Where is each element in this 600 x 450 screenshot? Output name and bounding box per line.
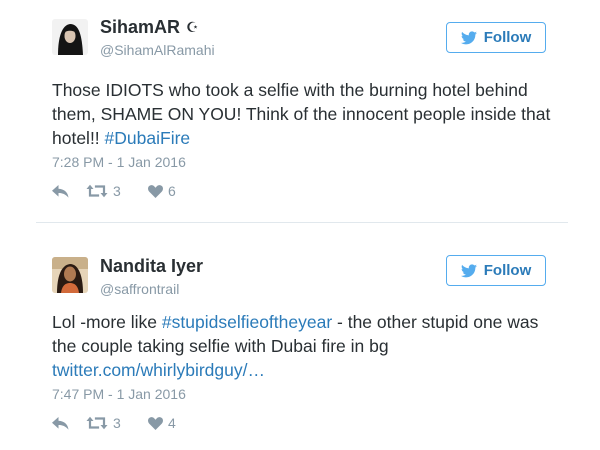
follow-button[interactable]: Follow [446,22,546,53]
hashtag-link[interactable]: #DubaiFire [105,128,191,148]
twitter-bird-icon [460,263,477,277]
tweet-divider [36,222,568,223]
avatar[interactable] [52,19,88,55]
like-button[interactable]: 6 [148,183,188,199]
tweet-text-fragment: hotel!! [52,128,105,148]
tweet-card: SihamAR ☪ @SihamAlRamahi Follow Those IDI… [0,0,600,222]
tweet-text-line: them, SHAME ON YOU! Think of the innocen… [52,104,551,124]
crescent-icon: ☪ [186,19,199,35]
display-name[interactable]: Nandita Iyer [100,256,203,277]
timestamp[interactable]: 7:28 PM - 1 Jan 2016 [52,154,186,170]
retweet-count: 3 [113,415,121,431]
like-count: 4 [168,415,176,431]
tweet-actions: 3 4 [52,415,188,431]
reply-icon [52,416,69,430]
tweet-text: Those IDIOTS who took a selfie with the … [52,78,572,150]
tweet-text-line: hotel!! #DubaiFire [52,126,572,150]
retweet-button[interactable]: 3 [86,415,148,431]
avatar[interactable] [52,257,88,293]
heart-icon [148,416,163,430]
reply-icon [52,184,69,198]
twitter-bird-icon [460,30,477,44]
tweet-text-line: the couple taking selfie with Dubai fire… [52,336,389,356]
tweet-text: Lol -more like #stupidselfieoftheyear - … [52,310,572,382]
username[interactable]: @saffrontrail [100,281,179,297]
retweet-icon [86,184,108,198]
reply-button[interactable] [52,184,86,198]
tweet-card: Nandita Iyer @saffrontrail Follow Lol -m… [0,232,600,450]
like-button[interactable]: 4 [148,415,188,431]
display-name[interactable]: SihamAR ☪ [100,17,199,38]
tweet-text-fragment: - the other stupid one was [332,312,539,332]
tweet-text-line: Lol -more like #stupidselfieoftheyear - … [52,310,572,334]
follow-label: Follow [483,262,532,279]
follow-button[interactable]: Follow [446,255,546,286]
display-name-text: SihamAR [100,17,181,37]
hashtag-link[interactable]: #stupidselfieoftheyear [162,312,332,332]
url-link[interactable]: twitter.com/whirlybirdguy/… [52,358,572,382]
display-name-text: Nandita Iyer [100,256,204,276]
tweet-text-line: Those IDIOTS who took a selfie with the … [52,80,528,100]
reply-button[interactable] [52,416,86,430]
tweet-actions: 3 6 [52,183,188,199]
like-count: 6 [168,183,176,199]
retweet-icon [86,416,108,430]
retweet-count: 3 [113,183,121,199]
timestamp[interactable]: 7:47 PM - 1 Jan 2016 [52,386,186,402]
username[interactable]: @SihamAlRamahi [100,42,215,58]
retweet-button[interactable]: 3 [86,183,148,199]
follow-label: Follow [483,29,532,46]
tweet-text-fragment: Lol -more like [52,312,162,332]
heart-icon [148,184,163,198]
